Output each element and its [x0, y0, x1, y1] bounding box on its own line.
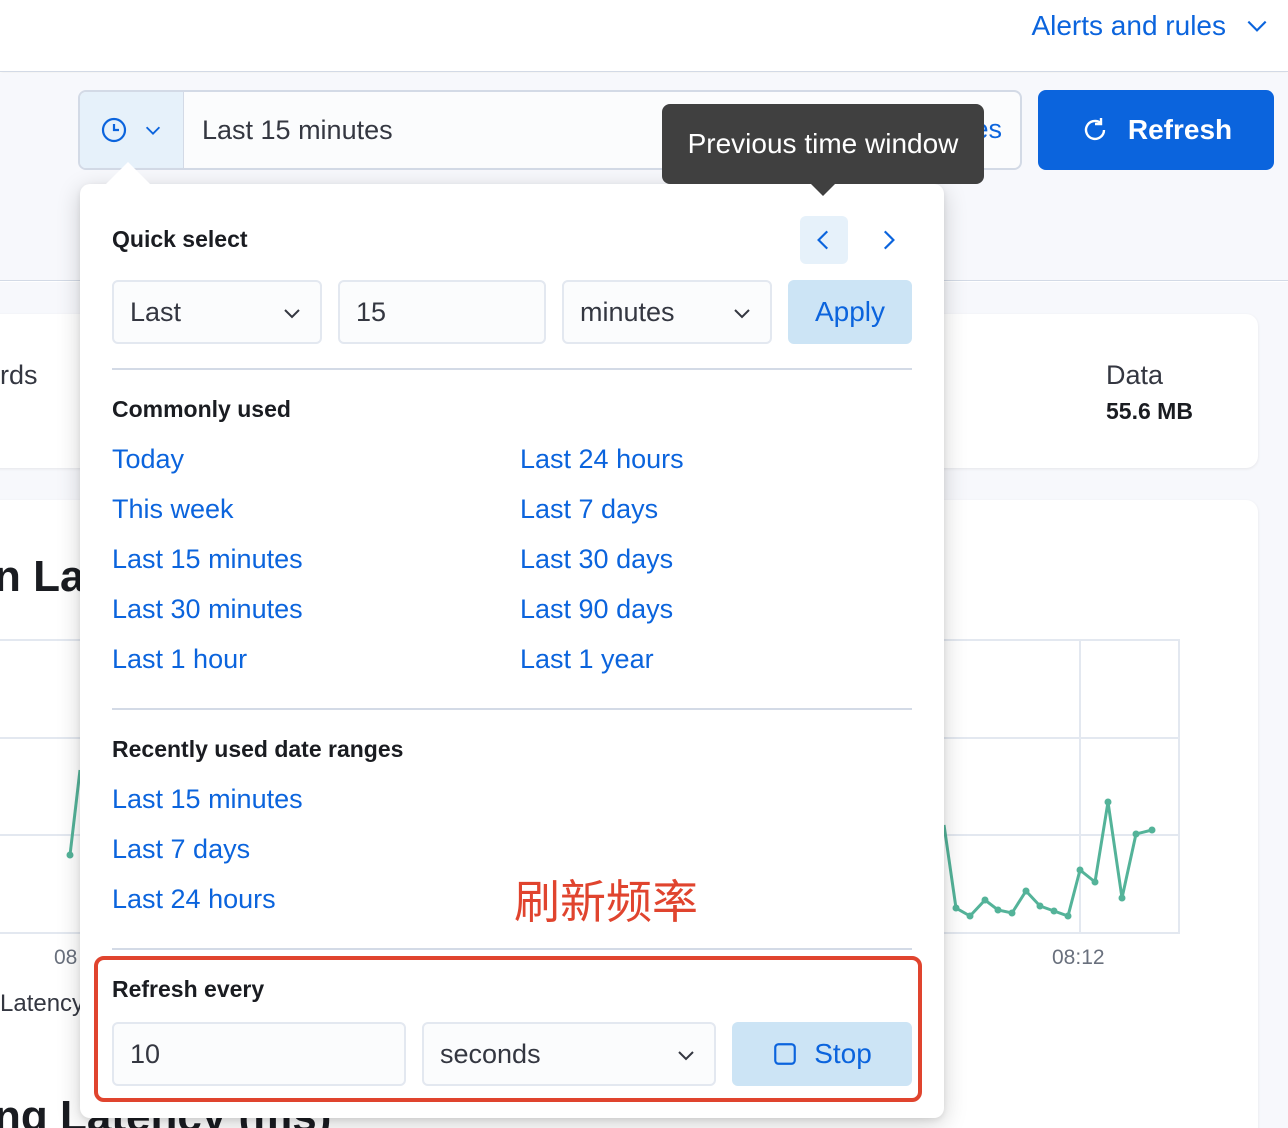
x-tick-label: 08	[54, 946, 78, 969]
previous-time-window-tooltip: Previous time window	[662, 104, 984, 196]
unit-select[interactable]: minutes	[562, 280, 772, 344]
refresh-unit-select[interactable]: seconds	[422, 1022, 716, 1086]
popover-arrow	[104, 162, 152, 186]
chart-point	[66, 851, 74, 859]
commonly-used-link[interactable]: Last 24 hours	[520, 444, 684, 475]
chevron-right-icon	[883, 230, 895, 250]
next-time-window-button[interactable]	[864, 216, 912, 264]
alerts-and-rules-label: Alerts and rules	[1031, 10, 1226, 41]
commonly-used-link[interactable]: Last 90 days	[520, 594, 673, 625]
commonly-used-link[interactable]: Last 30 minutes	[112, 594, 303, 625]
commonly-used-link[interactable]: Last 1 hour	[112, 644, 247, 675]
recently-used-link[interactable]: Last 7 days	[112, 834, 250, 865]
divider	[112, 948, 912, 950]
divider	[112, 368, 912, 370]
chevron-left-icon	[817, 230, 829, 250]
x-tick-label: 08:12	[1052, 946, 1105, 969]
quick-select-value: 15	[356, 296, 387, 327]
refresh-icon	[1084, 118, 1106, 141]
chart-series-left	[68, 769, 82, 856]
apply-button[interactable]: Apply	[788, 280, 912, 344]
top-header: Alerts and rules	[0, 0, 1288, 72]
clock-icon	[101, 117, 126, 143]
alerts-and-rules-menu[interactable]: Alerts and rules	[1031, 8, 1270, 44]
chevron-down-icon	[1247, 20, 1267, 32]
quick-select-value-input[interactable]: 15	[338, 280, 546, 344]
commonly-used-link[interactable]: Last 7 days	[520, 494, 658, 525]
quick-menu-button[interactable]	[80, 92, 184, 168]
commonly-used-link[interactable]: Today	[112, 444, 184, 475]
refresh-unit-value: seconds	[440, 1038, 541, 1069]
recently-used-link[interactable]: Last 15 minutes	[112, 784, 303, 815]
recently-used-title: Recently used date ranges	[112, 736, 404, 762]
apply-button-label: Apply	[814, 296, 886, 327]
chart-points	[952, 798, 1156, 920]
stat-data-label: Data	[1106, 360, 1164, 390]
legend-partial: Latency	[0, 990, 85, 1017]
chevron-down-icon	[284, 309, 300, 319]
previous-time-window-button[interactable]	[800, 216, 848, 264]
commonly-used-link[interactable]: Last 1 year	[520, 644, 654, 675]
refresh-interval-value: 10	[130, 1038, 161, 1069]
commonly-used-link[interactable]: This week	[112, 494, 234, 525]
quick-select-title: Quick select	[112, 226, 248, 252]
refresh-button-label: Refresh	[1127, 114, 1233, 145]
refresh-every-title: Refresh every	[112, 976, 265, 1002]
refresh-button[interactable]: Refresh	[1038, 90, 1274, 170]
tense-select[interactable]: Last	[112, 280, 322, 344]
annotation-label: 刷新频率	[514, 876, 698, 928]
stop-square-icon	[774, 1043, 797, 1065]
tense-select-value: Last	[130, 296, 182, 327]
stop-button-label: Stop	[814, 1038, 872, 1069]
divider	[112, 708, 912, 710]
unit-select-value: minutes	[580, 296, 675, 327]
stop-refresh-button[interactable]: Stop	[732, 1022, 912, 1086]
stat-data-value: 55.6 MB	[1106, 398, 1193, 424]
recently-used-link[interactable]: Last 24 hours	[112, 884, 276, 915]
chevron-down-icon	[678, 1051, 694, 1061]
commonly-used-title: Commonly used	[112, 396, 291, 422]
stat-label-partial: rds	[0, 360, 38, 390]
commonly-used-link[interactable]: Last 15 minutes	[112, 544, 303, 575]
refresh-interval-input[interactable]: 10	[112, 1022, 406, 1086]
commonly-used-link[interactable]: Last 30 days	[520, 544, 673, 575]
chevron-down-icon	[145, 126, 160, 135]
quick-select-popover: Quick select Last 15 minutes Apply Commo…	[80, 184, 944, 1118]
chevron-down-icon	[734, 309, 750, 319]
